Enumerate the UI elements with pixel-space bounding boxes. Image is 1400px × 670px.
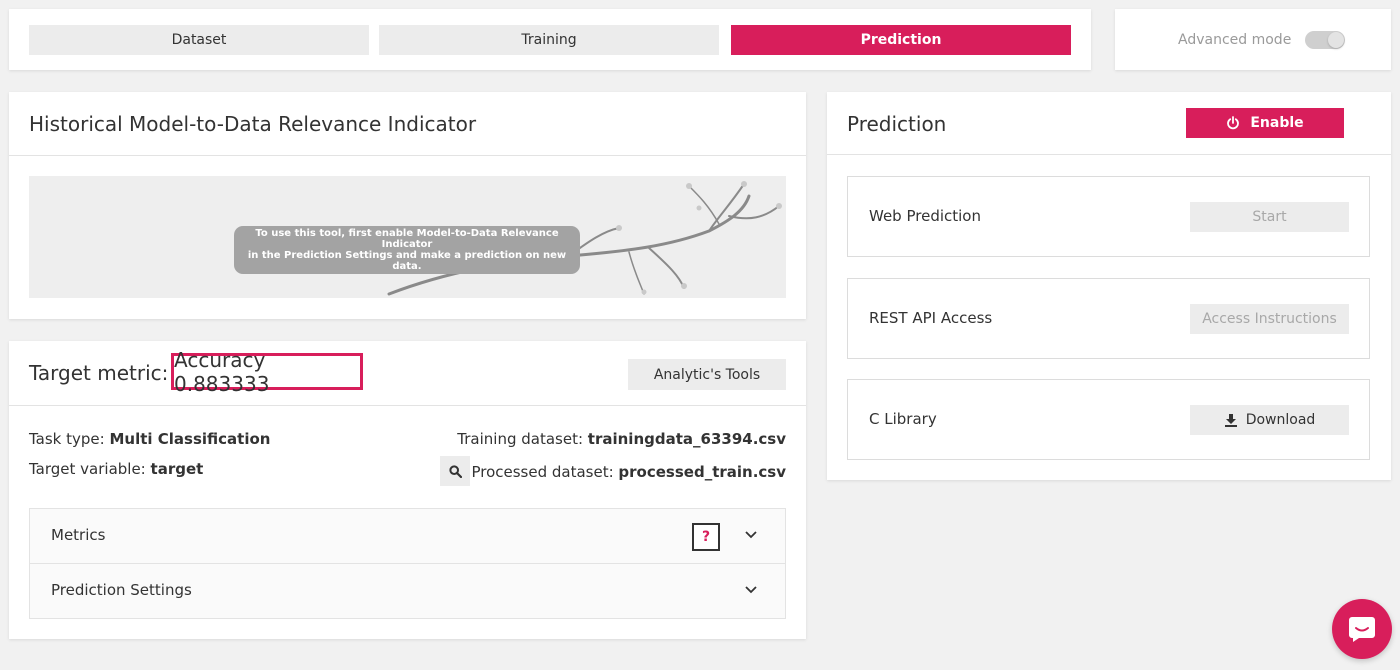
chat-button[interactable]	[1332, 599, 1392, 659]
access-instructions-button[interactable]: Access Instructions	[1190, 304, 1349, 334]
advanced-mode-toggle[interactable]	[1305, 31, 1345, 49]
processed-dataset-value: processed_train.csv	[618, 463, 786, 481]
processed-dataset-label: Processed dataset:	[471, 463, 614, 481]
training-dataset-label: Training dataset:	[457, 430, 584, 448]
message-line: in the Prediction Settings and make a pr…	[247, 250, 567, 272]
task-type-line: Task type: Multi Classification	[29, 430, 270, 448]
message-line: To use this tool, first enable Model-to-…	[255, 228, 559, 250]
divider	[827, 154, 1391, 155]
advanced-mode-label: Advanced mode	[1178, 32, 1292, 48]
chevron-down-icon[interactable]	[744, 585, 758, 595]
target-variable-label: Target variable:	[29, 460, 146, 478]
tab-training[interactable]: Training	[379, 25, 719, 55]
card-title: Historical Model-to-Data Relevance Indic…	[29, 112, 477, 136]
relevance-help-message: To use this tool, first enable Model-to-…	[234, 226, 580, 274]
chevron-down-icon[interactable]	[744, 530, 758, 540]
search-icon	[448, 464, 462, 478]
tab-prediction[interactable]: Prediction	[731, 25, 1071, 55]
training-dataset-value: trainingdata_63394.csv	[587, 430, 786, 448]
search-button[interactable]	[440, 456, 470, 486]
enable-button-label: Enable	[1250, 115, 1304, 131]
analytics-tools-button[interactable]: Analytic's Tools	[628, 359, 786, 390]
option-label: Web Prediction	[869, 207, 981, 225]
prediction-card: Prediction Enable Web Prediction Start R…	[827, 92, 1391, 480]
download-icon	[1224, 414, 1237, 427]
power-icon	[1227, 116, 1240, 130]
start-button[interactable]: Start	[1190, 202, 1349, 232]
accordion-label: Metrics	[51, 526, 106, 544]
toggle-knob	[1328, 32, 1344, 48]
workflow-tabs: Dataset Training Prediction	[9, 9, 1091, 70]
accordion-prediction-settings[interactable]: Prediction Settings	[30, 564, 785, 619]
rest-api-option: REST API Access Access Instructions	[847, 278, 1370, 359]
download-button[interactable]: Download	[1190, 405, 1349, 435]
divider	[9, 155, 806, 156]
task-type-label: Task type:	[29, 430, 105, 448]
processed-dataset-line: Processed dataset: processed_train.csv	[471, 463, 786, 481]
chat-icon	[1349, 617, 1375, 642]
target-metric-card: Target metric: Accuracy 0.883333 Analyti…	[9, 341, 806, 639]
training-dataset-line: Training dataset: trainingdata_63394.csv	[457, 430, 786, 448]
task-type-value: Multi Classification	[109, 430, 271, 448]
web-prediction-option: Web Prediction Start	[847, 176, 1370, 257]
historical-relevance-card: Historical Model-to-Data Relevance Indic…	[9, 92, 806, 319]
advanced-mode-panel: Advanced mode	[1115, 9, 1391, 70]
c-library-option: C Library Download	[847, 379, 1370, 460]
relevance-placeholder-image: To use this tool, first enable Model-to-…	[29, 176, 786, 298]
target-metric-value: Accuracy 0.883333	[171, 348, 363, 396]
enable-button[interactable]: Enable	[1186, 108, 1344, 138]
target-variable-value: target	[150, 460, 204, 478]
help-button[interactable]: ?	[692, 523, 720, 551]
divider	[9, 405, 806, 406]
accordion-metrics[interactable]: Metrics ?	[30, 509, 785, 564]
download-button-label: Download	[1245, 412, 1316, 428]
option-label: C Library	[869, 410, 937, 428]
tab-dataset[interactable]: Dataset	[29, 25, 369, 55]
card-title: Prediction	[847, 112, 947, 136]
target-variable-line: Target variable: target	[29, 460, 203, 478]
accordion-label: Prediction Settings	[51, 581, 192, 599]
option-label: REST API Access	[869, 309, 993, 327]
target-metric-label: Target metric:	[29, 361, 169, 385]
metric-accordion: Metrics ? Prediction Settings	[29, 508, 786, 619]
